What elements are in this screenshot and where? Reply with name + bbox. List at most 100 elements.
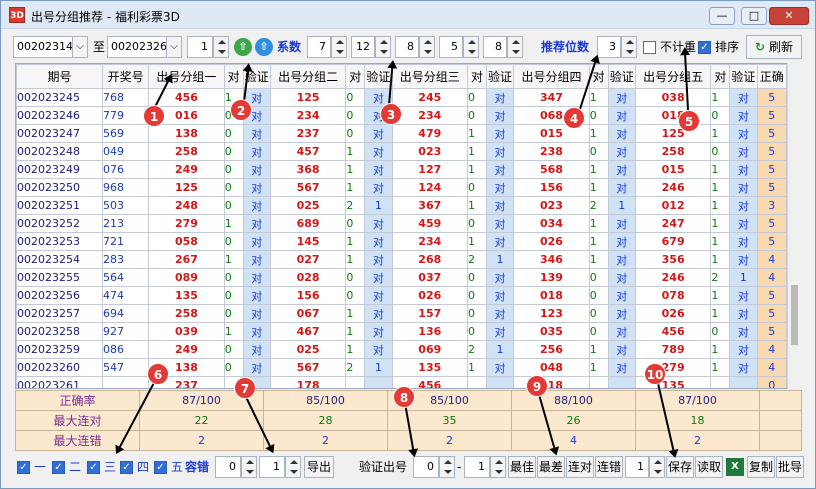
period-cell: 002023256 bbox=[16, 286, 104, 305]
coef-stepper-4[interactable] bbox=[463, 36, 479, 58]
export-button[interactable]: 导出 bbox=[304, 456, 334, 478]
group-1-checkbox[interactable]: ✓ bbox=[17, 461, 30, 474]
table-row[interactable]: 002023254 283 267 1 对 027 1 对 268 2 1 346 1 对 356 1 对 4 bbox=[16, 250, 788, 269]
save-slot-stepper[interactable] bbox=[649, 456, 665, 478]
table-scrollbar[interactable] bbox=[787, 63, 801, 389]
coef-field-5[interactable]: 8 bbox=[483, 36, 507, 58]
verify-to-stepper[interactable] bbox=[490, 456, 506, 478]
verify-cell: 对 bbox=[364, 142, 393, 161]
column-header[interactable]: 验证 bbox=[364, 64, 393, 89]
group-4-checkbox[interactable]: ✓ bbox=[120, 461, 133, 474]
worst-button[interactable]: 最差 bbox=[537, 456, 565, 478]
tolerance-from-field[interactable]: 0 bbox=[215, 456, 241, 478]
to-period-dropdown[interactable]: ⌵ bbox=[166, 36, 182, 58]
coef-stepper-3[interactable] bbox=[419, 36, 435, 58]
column-header[interactable]: 出号分组三 bbox=[391, 64, 469, 89]
minimize-button[interactable]: — bbox=[709, 7, 735, 25]
tolerance-to-stepper[interactable] bbox=[285, 456, 301, 478]
table-row[interactable]: 002023258 927 039 1 对 467 1 对 136 0 对 035 0 对 456 0 对 5 bbox=[16, 322, 788, 341]
match-count-cell bbox=[345, 376, 366, 388]
column-header[interactable]: 对 bbox=[710, 64, 731, 89]
next-arrow-icon[interactable]: ⇧ bbox=[255, 38, 273, 56]
table-row[interactable]: 002023251 503 248 0 对 025 2 1 367 1 对 023 2 1 012 1 对 3 bbox=[16, 196, 788, 215]
scrollbar-thumb[interactable] bbox=[791, 285, 798, 345]
column-header[interactable]: 出号分组一 bbox=[148, 64, 225, 89]
save-slot-field[interactable]: 1 bbox=[625, 456, 649, 478]
coef-stepper-1[interactable] bbox=[331, 36, 347, 58]
verify-from-field[interactable]: 0 bbox=[413, 456, 439, 478]
table-row[interactable]: 002023245 768 456 1 对 125 0 对 245 0 对 347 1 对 038 1 对 5 bbox=[16, 88, 788, 107]
column-header[interactable]: 验证 bbox=[485, 64, 515, 89]
group-2-checkbox[interactable]: ✓ bbox=[52, 461, 65, 474]
coef-field-3[interactable]: 8 bbox=[395, 36, 419, 58]
table-row[interactable]: 002023247 569 138 0 对 237 0 对 479 1 对 015 1 对 125 1 对 5 bbox=[16, 124, 788, 143]
group-number-cell: 256 bbox=[513, 340, 590, 359]
copy-button[interactable]: 复制 bbox=[747, 456, 775, 478]
tolerance-from-stepper[interactable] bbox=[241, 456, 257, 478]
group-number-cell: 567 bbox=[269, 178, 347, 197]
group-number-cell: 058 bbox=[148, 232, 225, 251]
column-header[interactable]: 期号 bbox=[16, 64, 104, 89]
verify-from-stepper[interactable] bbox=[439, 456, 455, 478]
close-button[interactable]: ✕ bbox=[769, 7, 809, 25]
table-row[interactable]: 002023259 086 249 0 对 025 1 对 069 2 1 256 1 对 789 1 对 4 bbox=[16, 340, 788, 359]
save-button[interactable]: 保存 bbox=[666, 456, 694, 478]
sort-checkbox[interactable]: ✓ bbox=[698, 41, 711, 54]
table-row[interactable]: 002023255 564 089 0 对 028 0 对 037 0 对 139 0 对 246 2 1 4 bbox=[16, 268, 788, 287]
recommend-stepper[interactable] bbox=[621, 36, 637, 58]
recommend-field[interactable]: 3 bbox=[597, 36, 621, 58]
maximize-button[interactable]: □ bbox=[741, 7, 767, 25]
match-count-cell: 1 bbox=[588, 88, 609, 107]
stats-value: 18 bbox=[635, 410, 760, 431]
coef-stepper-5[interactable] bbox=[507, 36, 523, 58]
column-header[interactable]: 对 bbox=[223, 64, 244, 89]
group-3-checkbox[interactable]: ✓ bbox=[87, 461, 100, 474]
column-header[interactable]: 开奖号 bbox=[102, 64, 150, 89]
column-header[interactable]: 验证 bbox=[729, 64, 758, 89]
best-button[interactable]: 最佳 bbox=[508, 456, 536, 478]
table-row[interactable]: 002023257 694 258 0 对 067 1 对 157 0 对 123 0 对 026 1 对 5 bbox=[16, 304, 788, 323]
correct-count-cell: 5 bbox=[756, 178, 788, 197]
verify-to-field[interactable]: 1 bbox=[464, 456, 490, 478]
prev-arrow-icon[interactable]: ⇧ bbox=[234, 38, 252, 56]
read-button[interactable]: 读取 bbox=[695, 456, 723, 478]
excel-icon[interactable]: X bbox=[726, 458, 744, 476]
draw-number-cell bbox=[102, 376, 150, 388]
column-header[interactable]: 对 bbox=[345, 64, 366, 89]
match-count-cell: 0 bbox=[467, 304, 487, 323]
verify-cell: 对 bbox=[364, 250, 393, 269]
from-period-field[interactable]: 002023141 bbox=[13, 36, 80, 58]
table-row[interactable]: 002023256 474 135 0 对 156 0 对 026 0 对 018 0 对 078 1 对 5 bbox=[16, 286, 788, 305]
tolerance-to-field[interactable]: 1 bbox=[259, 456, 285, 478]
conseq-right-button[interactable]: 连对 bbox=[566, 456, 594, 478]
coef-field-2[interactable]: 12 bbox=[351, 36, 375, 58]
column-header[interactable]: 出号分组二 bbox=[269, 64, 347, 89]
window-title: 出号分组推荐 - 福利彩票3D bbox=[31, 10, 180, 24]
table-row[interactable]: 002023249 076 249 0 对 368 1 对 127 1 对 568 1 对 015 1 对 5 bbox=[16, 160, 788, 179]
column-header[interactable]: 对 bbox=[467, 64, 487, 89]
step-stepper[interactable] bbox=[213, 36, 229, 58]
group-5-checkbox[interactable]: ✓ bbox=[154, 461, 167, 474]
from-period-dropdown[interactable]: ⌵ bbox=[72, 36, 88, 58]
coef-field-1[interactable]: 7 bbox=[307, 36, 331, 58]
nodup-checkbox[interactable] bbox=[643, 41, 656, 54]
stats-value: 2 bbox=[635, 430, 760, 451]
coef-stepper-2[interactable] bbox=[375, 36, 391, 58]
table-row[interactable]: 002023260 547 138 0 对 567 2 1 135 1 对 048 1 对 279 1 对 4 bbox=[16, 358, 788, 377]
batch-export-button[interactable]: 批导 bbox=[776, 456, 804, 478]
column-header[interactable]: 正确 bbox=[756, 64, 788, 89]
table-row[interactable]: 002023252 213 279 1 对 689 0 对 459 0 对 034 1 对 247 1 对 5 bbox=[16, 214, 788, 233]
table-row[interactable]: 002023248 049 258 0 对 457 1 对 023 1 对 238 0 对 258 0 对 5 bbox=[16, 142, 788, 161]
refresh-button[interactable]: ↻ 刷新 bbox=[746, 35, 802, 59]
coef-field-4[interactable]: 5 bbox=[439, 36, 463, 58]
table-row[interactable]: 002023253 721 058 0 对 145 1 对 234 1 对 026 1 对 679 1 对 5 bbox=[16, 232, 788, 251]
group-number-cell: 479 bbox=[391, 124, 469, 143]
column-header[interactable]: 出号分组四 bbox=[513, 64, 590, 89]
step-field[interactable]: 1 bbox=[187, 36, 213, 58]
column-header[interactable]: 验证 bbox=[607, 64, 636, 89]
to-period-field[interactable]: 002023260 bbox=[107, 36, 174, 58]
table-row[interactable]: 002023250 968 125 0 对 567 1 对 124 0 对 156 1 对 246 1 对 5 bbox=[16, 178, 788, 197]
column-header[interactable]: 出号分组五 bbox=[634, 64, 712, 89]
verify-cell: 对 bbox=[485, 88, 515, 107]
conseq-wrong-button[interactable]: 连错 bbox=[595, 456, 623, 478]
